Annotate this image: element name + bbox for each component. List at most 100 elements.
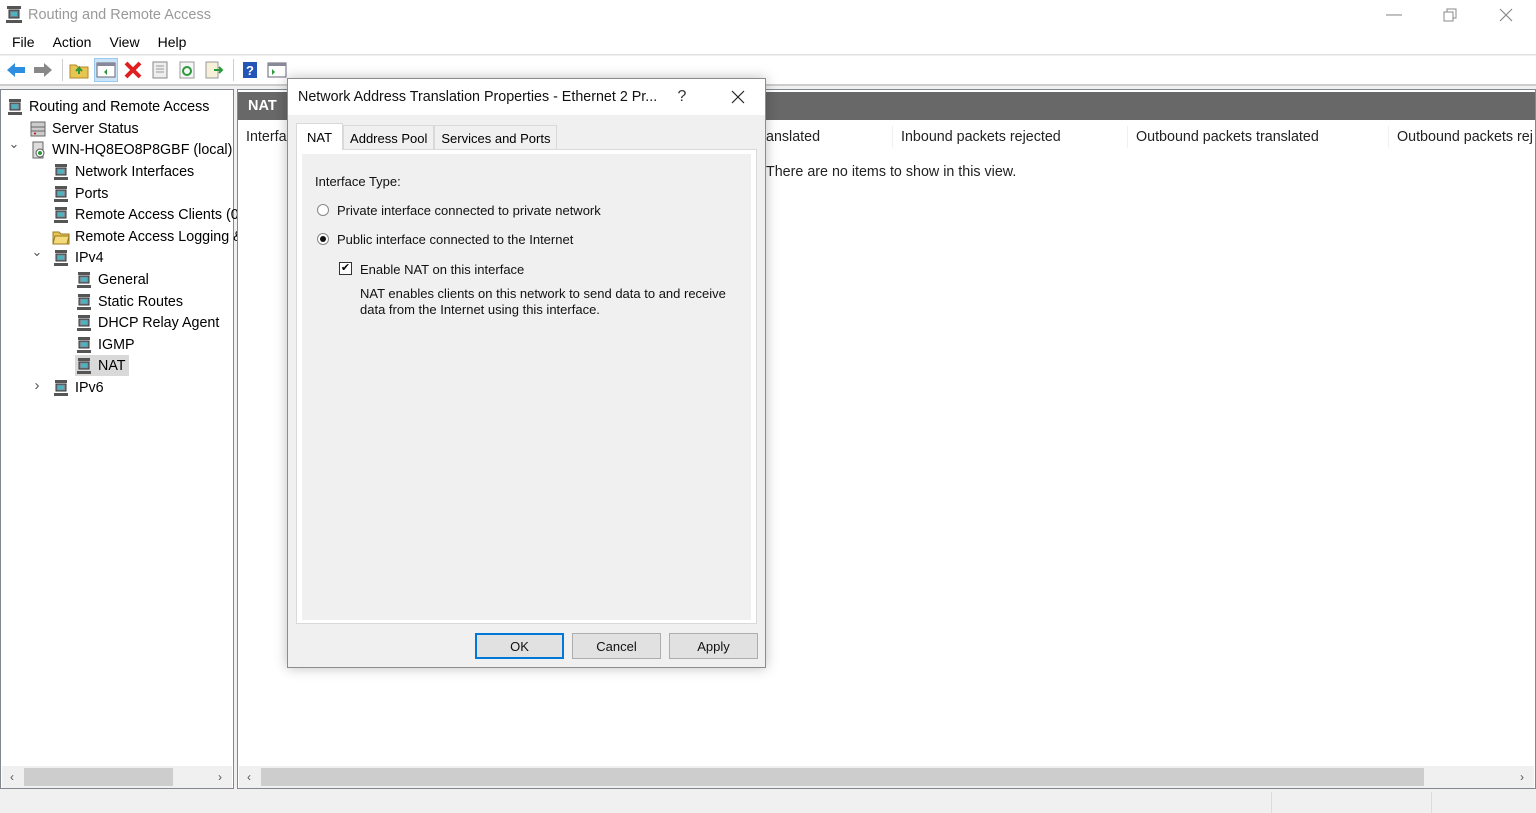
up-one-level-button[interactable]	[67, 58, 91, 82]
delete-button[interactable]	[121, 58, 145, 82]
toolbar: ?	[0, 56, 1536, 86]
up-folder-icon	[69, 64, 89, 79]
refresh-button[interactable]	[175, 58, 199, 82]
scrollbar-thumb[interactable]	[24, 768, 173, 786]
routing-app-icon	[6, 6, 22, 23]
interface-type-label: Interface Type:	[315, 174, 401, 189]
toolbar-separator	[62, 59, 63, 81]
scrollbar-thumb[interactable]	[261, 768, 1424, 786]
menu-help[interactable]: Help	[149, 34, 196, 50]
tree-item[interactable]: Static Routes	[75, 291, 186, 312]
tree-item[interactable]: Ports	[52, 183, 111, 204]
enable-nat-label[interactable]: Enable NAT on this interface	[360, 262, 524, 277]
tree-item[interactable]: General	[75, 269, 152, 290]
tree-item[interactable]: ⌄ WIN-HQ8EO8P8GBF (local)	[9, 136, 235, 160]
refresh-icon	[179, 61, 195, 79]
forward-button[interactable]	[31, 58, 55, 82]
ok-button[interactable]: OK	[475, 633, 564, 659]
server-status-icon	[30, 121, 46, 136]
close-icon	[731, 90, 745, 104]
tree-item-label: Network Interfaces	[75, 163, 195, 180]
network-icon	[77, 336, 91, 353]
help-button[interactable]: ?	[238, 58, 262, 82]
network-icon	[54, 206, 68, 223]
tree-item-label: DHCP Relay Agent	[98, 314, 220, 331]
network-icon	[77, 314, 91, 331]
tree-item[interactable]: NAT	[75, 355, 129, 376]
collapse-icon[interactable]: ⌄	[8, 136, 20, 152]
show-action-pane-icon	[267, 62, 287, 78]
tree-item-label: Server Status	[52, 120, 139, 137]
scroll-right-icon[interactable]: ›	[1512, 770, 1532, 784]
tree-item[interactable]: › IPv6	[35, 377, 107, 398]
show-hide-console-tree-button[interactable]	[94, 58, 118, 82]
collapse-icon[interactable]: ⌄	[31, 244, 43, 260]
back-button[interactable]	[4, 58, 28, 82]
tree-item[interactable]: Routing and Remote Access	[6, 96, 212, 117]
details-horizontal-scrollbar[interactable]: ‹ ›	[239, 766, 1534, 788]
tab-services-and-ports[interactable]: Services and Ports	[434, 125, 558, 150]
tree-item[interactable]: Network Interfaces	[52, 161, 197, 182]
column-header-outbound-rejected[interactable]: Outbound packets rej	[1389, 126, 1535, 148]
menu-file[interactable]: File	[0, 34, 44, 50]
cancel-button[interactable]: Cancel	[572, 633, 661, 659]
private-interface-label[interactable]: Private interface connected to private n…	[337, 203, 601, 218]
tree-item[interactable]: Remote Access Clients (0)	[52, 204, 246, 225]
tree-horizontal-scrollbar[interactable]: ‹ ›	[2, 766, 232, 788]
tree-item[interactable]: Server Status	[29, 118, 142, 139]
folder-icon	[52, 231, 70, 244]
tree-item-label: IGMP	[98, 336, 135, 353]
apply-button[interactable]: Apply	[669, 633, 758, 659]
enable-nat-checkbox[interactable]: ✔	[339, 262, 352, 275]
export-list-button[interactable]	[202, 58, 226, 82]
network-icon	[77, 357, 91, 374]
menu-bar: File Action View Help	[0, 30, 1536, 55]
column-header-inbound-translated[interactable]: anslated	[758, 126, 893, 148]
tree-item[interactable]: ⌄ IPv4	[32, 244, 107, 268]
tab-nat[interactable]: NAT	[296, 123, 344, 150]
network-icon	[77, 271, 91, 288]
network-icon	[54, 379, 68, 396]
column-header-inbound-rejected[interactable]: Inbound packets rejected	[893, 126, 1128, 148]
dialog-help-button[interactable]: ?	[670, 85, 694, 109]
dialog-title: Network Address Translation Properties -…	[298, 89, 658, 105]
server-icon	[8, 98, 22, 115]
status-divider	[1431, 792, 1432, 813]
title-bar: Routing and Remote Access	[0, 0, 1536, 30]
toolbar-separator	[233, 59, 234, 81]
tree-item[interactable]: DHCP Relay Agent	[75, 312, 222, 333]
tab-address-pool[interactable]: Address Pool	[343, 125, 435, 150]
minimize-button[interactable]: —	[1366, 0, 1422, 30]
properties-button[interactable]	[148, 58, 172, 82]
menu-view[interactable]: View	[100, 34, 148, 50]
public-interface-radio[interactable]	[317, 233, 329, 245]
private-interface-radio[interactable]	[317, 204, 329, 216]
restore-button[interactable]	[1422, 0, 1478, 30]
nat-description-line-2: data from the Internet using this interf…	[360, 302, 600, 317]
tree-item-label: Remote Access Clients (0)	[75, 206, 244, 223]
network-icon	[54, 249, 68, 266]
status-divider	[1271, 792, 1272, 813]
menu-action[interactable]: Action	[44, 34, 101, 50]
show-action-pane-button[interactable]	[265, 58, 289, 82]
tree-item-label: General	[98, 271, 149, 288]
restore-icon	[1443, 8, 1457, 22]
column-header-outbound-translated[interactable]: Outbound packets translated	[1128, 126, 1389, 148]
tree-item[interactable]: IGMP	[75, 334, 138, 355]
tree-item-label: Static Routes	[98, 293, 184, 310]
scroll-right-icon[interactable]: ›	[210, 770, 230, 784]
dialog-close-button[interactable]	[720, 83, 756, 111]
expand-icon[interactable]: ›	[31, 377, 43, 394]
status-bar	[0, 790, 1536, 813]
local-server-icon	[32, 141, 45, 158]
close-window-button[interactable]	[1478, 0, 1534, 30]
svg-text:?: ?	[246, 63, 254, 78]
dialog-tabs: NAT Address Pool Services and Ports	[296, 123, 558, 150]
scroll-left-icon[interactable]: ‹	[239, 770, 259, 784]
public-interface-label[interactable]: Public interface connected to the Intern…	[337, 232, 573, 247]
tree-item-label: IPv6	[75, 379, 104, 396]
nat-tab-panel: Interface Type: Private interface connec…	[296, 149, 757, 624]
scroll-left-icon[interactable]: ‹	[2, 770, 22, 784]
network-icon	[77, 293, 91, 310]
network-icon	[54, 185, 68, 202]
